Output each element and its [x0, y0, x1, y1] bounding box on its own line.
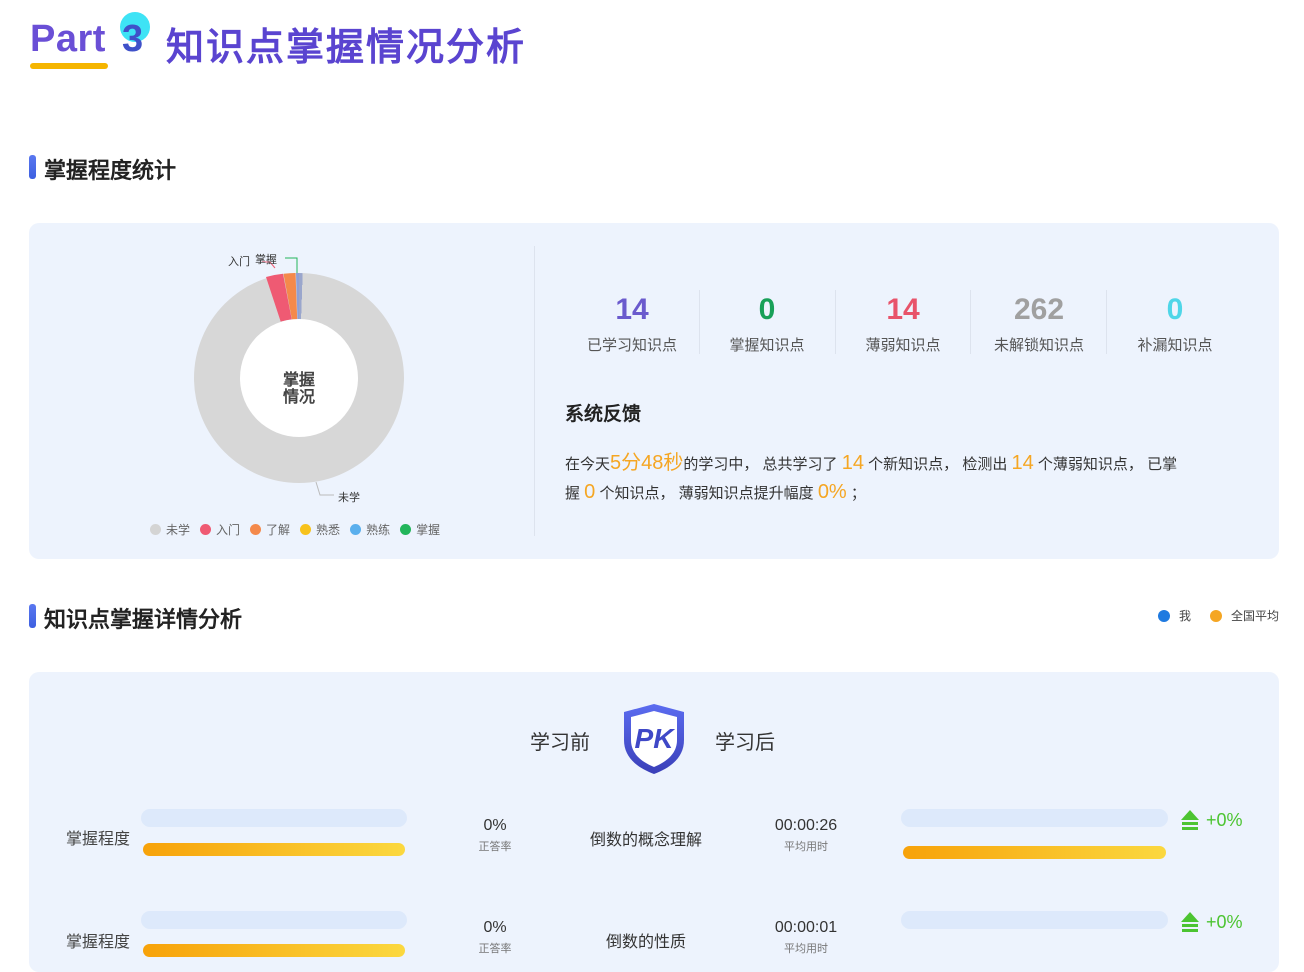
- legend-dot: [1210, 609, 1222, 622]
- pk-before-label: 学习前: [530, 732, 590, 754]
- legend-item-zhangwo[interactable]: 掌握: [400, 521, 440, 538]
- stat-mastered: 0 掌握知识点: [700, 290, 834, 355]
- legend-label: 未学: [166, 523, 191, 537]
- legend-item-shuxi[interactable]: 熟悉: [300, 521, 340, 538]
- legend-item-weixue[interactable]: 未学: [150, 521, 190, 538]
- legend-dot: [200, 524, 212, 535]
- arrow-up-icon: [1181, 912, 1199, 932]
- after-avg-bar: [903, 846, 1166, 859]
- legend-label: 了解: [266, 523, 291, 537]
- stat-value: 14: [615, 293, 649, 326]
- avg-time-value: 00:00:26: [774, 817, 838, 834]
- row-mastery-label: 掌握程度: [66, 831, 131, 848]
- stat-locked: 262 未解锁知识点: [972, 290, 1106, 355]
- legend-dot: [400, 524, 412, 535]
- correct-rate-label: 正答率: [478, 841, 512, 853]
- legend-item-shulian[interactable]: 熟练: [350, 521, 390, 538]
- legend-label: 熟练: [366, 523, 391, 537]
- avg-time-value: 00:00:01: [774, 919, 838, 936]
- legend-dot: [150, 524, 161, 535]
- change-indicator: +0%: [1179, 910, 1243, 934]
- after-my-track: [901, 809, 1168, 827]
- correct-rate-label: 正答率: [478, 943, 512, 955]
- before-avg-bar: [143, 944, 405, 957]
- feedback-text: 的学习中， 总共学习了: [683, 456, 842, 473]
- legend-label: 掌握: [416, 523, 441, 537]
- correct-rate-value: 0%: [483, 817, 507, 834]
- feedback-text: 个新知识点， 检测出: [863, 456, 1012, 473]
- legend-label: 入门: [216, 523, 241, 537]
- stat-divider: [970, 290, 971, 354]
- feedback-text: ；: [846, 485, 866, 502]
- feedback-text: 在今天: [565, 456, 611, 473]
- legend-item-national-avg[interactable]: 全国平均: [1210, 607, 1279, 624]
- legend-item-rumen[interactable]: 入门: [200, 521, 240, 538]
- row-mastery-label: 掌握程度: [66, 934, 131, 951]
- pk-logo-text: PK: [635, 723, 676, 754]
- legend-label: 熟悉: [316, 523, 341, 537]
- feedback-duration: 5分48秒: [610, 452, 684, 474]
- avg-time-label: 平均用时: [784, 841, 828, 853]
- feedback-text: 个薄弱知识点， 已掌: [1033, 456, 1178, 473]
- before-avg-bar: [143, 843, 405, 856]
- feedback-text: 个知识点， 薄弱知识点提升幅度: [595, 485, 818, 502]
- stat-value: 262: [1013, 293, 1065, 326]
- feedback-title: 系统反馈: [565, 404, 642, 425]
- donut-legend: 未学 入门 了解 熟悉 熟练 掌握: [150, 521, 440, 538]
- pie-label-zhangwo: 掌握: [255, 254, 277, 266]
- before-my-track: [141, 911, 407, 929]
- change-indicator: +0%: [1179, 808, 1243, 832]
- knowledge-point-name: 倒数的性质: [605, 934, 686, 951]
- feedback-mastered-count: 0: [584, 481, 596, 503]
- stat-remedial: 0 补漏知识点: [1108, 290, 1242, 355]
- feedback-weak-count: 14: [1011, 452, 1034, 474]
- leader-line-zhangwo: [285, 257, 298, 273]
- stat-learned: 14 已学习知识点: [565, 290, 699, 355]
- change-value: +0%: [1206, 809, 1243, 830]
- stat-value: 14: [886, 293, 920, 326]
- pie-label-rumen: 入门: [228, 256, 250, 268]
- stat-label: 薄弱知识点: [865, 337, 941, 354]
- legend-label: 全国平均: [1231, 609, 1280, 623]
- feedback-line-1: 在今天5分48秒的学习中， 总共学习了 14 个新知识点， 检测出 14 个薄弱…: [565, 446, 1245, 475]
- leader-line-weixue: [315, 481, 334, 496]
- pie-label-weixue: 未学: [338, 492, 360, 504]
- pk-after-label: 学习后: [715, 732, 775, 754]
- arrow-up-icon: [1181, 810, 1199, 830]
- avg-time-label: 平均用时: [784, 943, 828, 955]
- section-title-detail-analysis: 知识点掌握详情分析: [44, 607, 243, 632]
- stat-value: 0: [758, 293, 776, 326]
- stat-divider: [1106, 290, 1107, 354]
- feedback-new-count: 14: [841, 452, 864, 474]
- legend-label: 我: [1179, 609, 1192, 623]
- feedback-text: 握: [565, 485, 585, 502]
- legend-dot: [1158, 609, 1170, 622]
- feedback-line-2: 握 0 个知识点， 薄弱知识点提升幅度 0% ；: [565, 481, 1245, 504]
- legend-dot: [250, 524, 262, 535]
- after-my-track: [901, 911, 1168, 929]
- correct-rate-value: 0%: [483, 919, 507, 936]
- stat-label: 已学习知识点: [586, 337, 677, 354]
- stat-label: 掌握知识点: [729, 337, 805, 354]
- legend-item-me[interactable]: 我: [1158, 607, 1191, 624]
- legend-dot: [350, 524, 362, 535]
- change-value: +0%: [1206, 911, 1243, 932]
- legend-item-liaojie[interactable]: 了解: [250, 521, 290, 538]
- legend-dot: [300, 524, 312, 535]
- section-marker: [29, 604, 36, 628]
- stat-value: 0: [1166, 293, 1184, 326]
- pk-shield-icon: PK: [624, 704, 684, 774]
- stat-label: 未解锁知识点: [993, 337, 1084, 354]
- stat-weak: 14 薄弱知识点: [836, 290, 970, 355]
- feedback-improve-rate: 0%: [817, 481, 847, 503]
- knowledge-point-name: 倒数的概念理解: [589, 832, 702, 849]
- before-my-track: [141, 809, 407, 827]
- stat-label: 补漏知识点: [1137, 337, 1213, 354]
